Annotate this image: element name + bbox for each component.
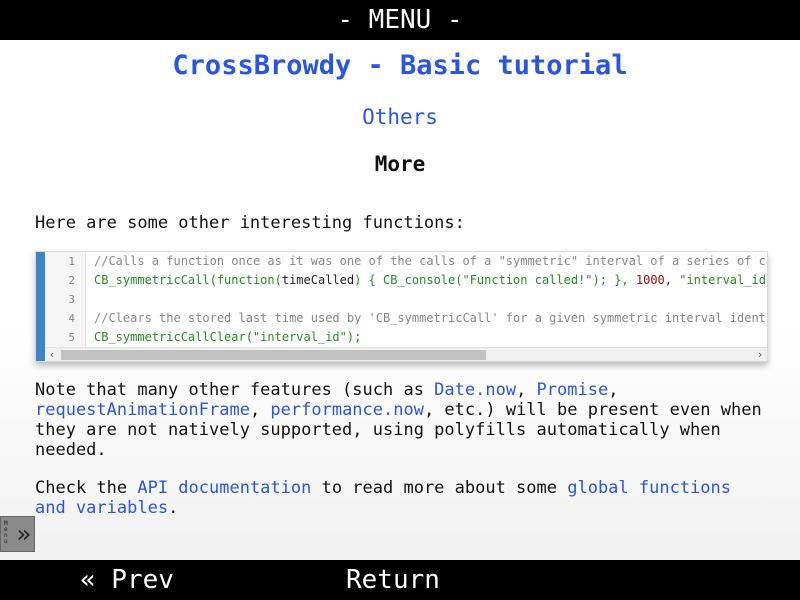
code-token: "interval_id" — [679, 273, 768, 287]
scrollbar-thumb[interactable] — [61, 350, 486, 360]
check-text: to read more about some — [311, 478, 568, 498]
check-paragraph: Check the API documentation to read more… — [35, 478, 770, 518]
line-number: 1 — [68, 255, 75, 268]
scroll-right-arrow-icon[interactable]: › — [753, 348, 767, 361]
code-token: "Function called!" — [462, 273, 593, 287]
note-text: Note that many other features (such as — [35, 380, 435, 400]
note-text: , — [516, 380, 537, 400]
link-api-documentation[interactable]: API documentation — [137, 478, 311, 498]
code-lines: 1 //Calls a function once as it was one o… — [45, 252, 768, 347]
check-text: Check the — [35, 478, 138, 498]
line-number: 3 — [68, 293, 75, 306]
side-menu-toggle-button[interactable]: Menu » — [0, 516, 35, 552]
link-promise[interactable]: Promise — [537, 380, 609, 400]
scroll-left-arrow-icon[interactable]: ‹ — [45, 348, 59, 361]
line-number: 4 — [68, 312, 75, 325]
prev-button[interactable]: « Prev — [80, 560, 174, 600]
code-line: 4 //Clears the stored last time used by '… — [45, 309, 768, 328]
code-token: 1000 — [635, 273, 665, 287]
note-text: , — [608, 380, 619, 400]
code-token: "interval_id" — [252, 330, 347, 344]
bottom-navigation: « Prev Return — [0, 560, 800, 600]
menu-button[interactable]: - MENU - — [0, 0, 800, 40]
link-performance-now[interactable]: performance.now — [270, 400, 424, 420]
link-date-now[interactable]: Date.now — [434, 380, 516, 400]
code-token: ); }, — [592, 273, 636, 287]
code-token: //Clears the stored last time used by 'C… — [94, 311, 768, 325]
code-token: ) { CB_console( — [354, 273, 463, 287]
code-text: //Calls a function once as it was one of… — [94, 252, 768, 271]
return-button[interactable]: Return — [346, 560, 440, 600]
code-text: CB_symmetricCallClear("interval_id"); — [94, 328, 361, 347]
line-number: 5 — [68, 331, 75, 344]
check-text: . — [168, 498, 179, 518]
section-link-others[interactable]: Others — [0, 105, 800, 129]
code-token: ); — [346, 330, 362, 344]
code-line: 2 CB_symmetricCall(function(timeCalled) {… — [45, 271, 768, 290]
note-paragraph: Note that many other features (such as D… — [35, 380, 770, 460]
intro-paragraph: Here are some other interesting function… — [35, 213, 465, 233]
code-horizontal-scrollbar[interactable]: ‹ › — [45, 347, 767, 361]
tutorial-content: CrossBrowdy - Basic tutorial Others More… — [0, 40, 800, 560]
link-request-animation-frame[interactable]: requestAnimationFrame — [35, 400, 250, 420]
code-block: 1 //Calls a function once as it was one o… — [35, 251, 768, 362]
code-token: CB_symmetricCallClear( — [94, 330, 253, 344]
note-text: , — [249, 400, 271, 420]
code-accent-bar — [36, 252, 45, 361]
code-token: //Calls a function once as it was one of… — [94, 254, 768, 268]
code-line: 1 //Calls a function once as it was one o… — [45, 252, 768, 271]
double-chevron-right-icon: » — [16, 520, 31, 548]
code-text: CB_symmetricCall(function(timeCalled) { … — [94, 271, 768, 290]
page-title: CrossBrowdy - Basic tutorial — [172, 50, 628, 81]
code-token: timeCalled — [281, 273, 355, 287]
subsection-heading: More — [374, 152, 426, 176]
code-text: //Clears the stored last time used by 'C… — [94, 309, 768, 328]
code-token: , — [664, 273, 680, 287]
line-number: 2 — [68, 274, 75, 287]
side-menu-tiny-label: Menu — [4, 520, 8, 545]
code-line: 5 CB_symmetricCallClear("interval_id"); — [45, 328, 767, 347]
code-token: CB_symmetricCall(function( — [94, 273, 282, 287]
code-line: 3 — [45, 290, 767, 309]
